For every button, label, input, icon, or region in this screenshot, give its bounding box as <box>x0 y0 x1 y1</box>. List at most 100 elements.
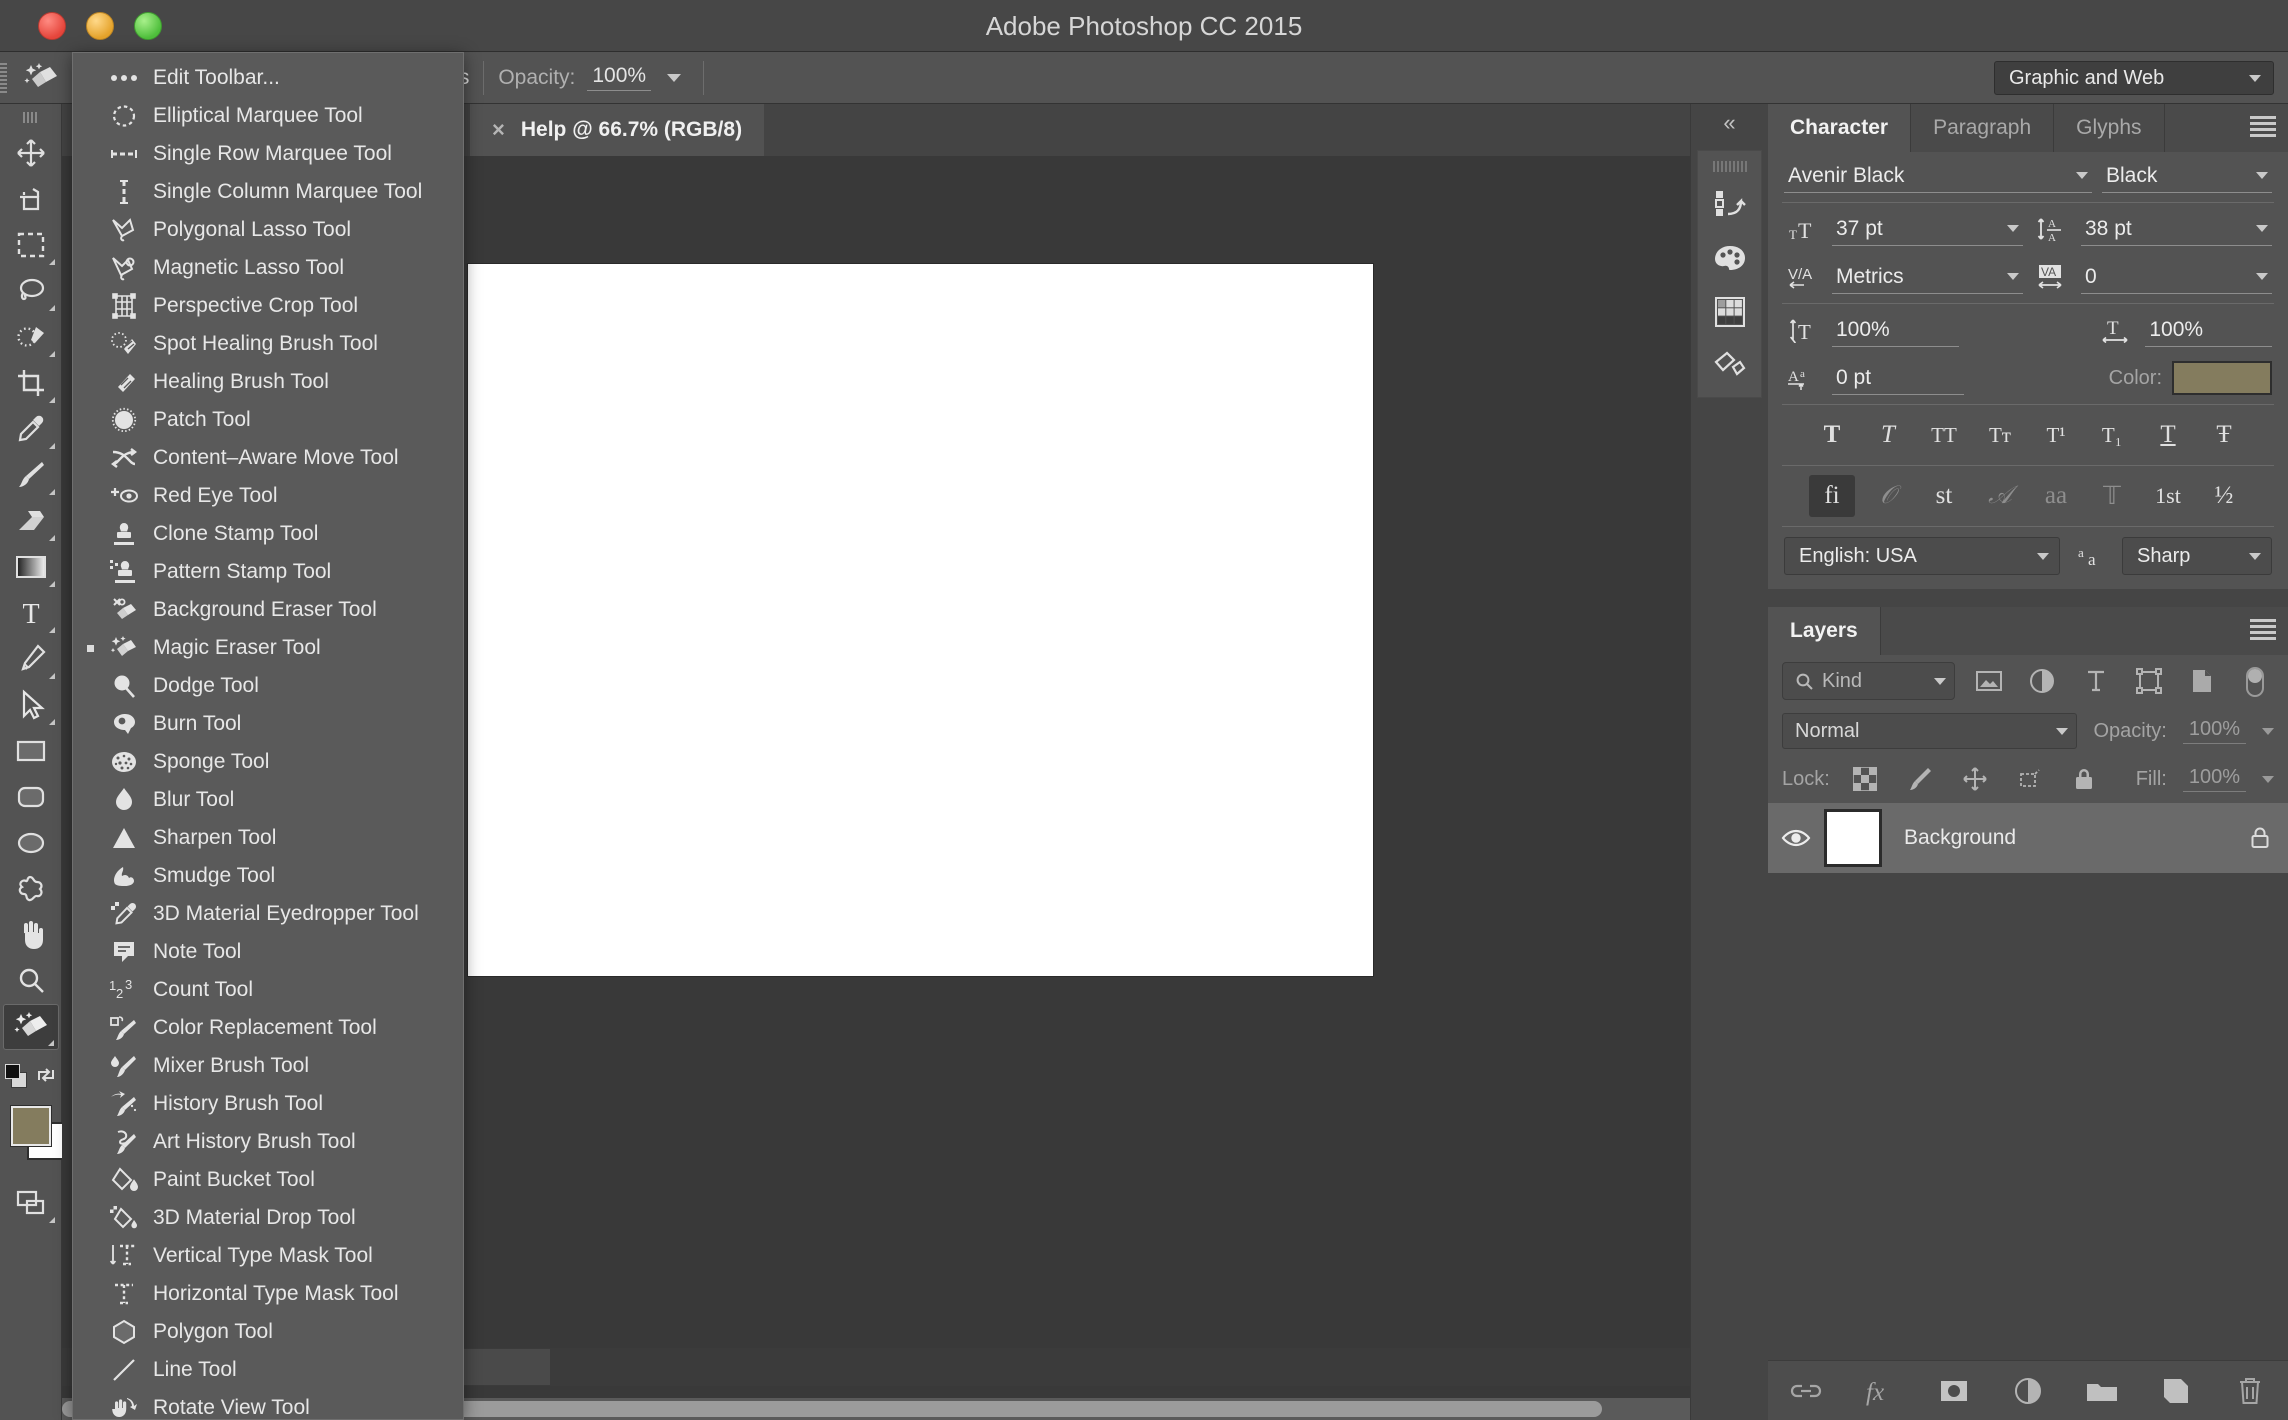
tool-menu-item[interactable]: Line Tool <box>73 1351 463 1389</box>
text-color-swatch[interactable] <box>2172 361 2273 395</box>
gradient-tool[interactable] <box>3 544 59 590</box>
tool-menu-item[interactable]: Edit Toolbar... <box>73 59 463 97</box>
tab-glyphs[interactable]: Glyphs <box>2054 104 2165 152</box>
path-selection-tool[interactable] <box>3 682 59 728</box>
leading-input[interactable]: 38 pt <box>2081 212 2272 246</box>
standard-ligatures-button[interactable]: fi <box>1809 475 1855 517</box>
link-layers-icon[interactable] <box>1785 1370 1827 1412</box>
adjustment-layer-icon[interactable] <box>2007 1370 2049 1412</box>
oldstyle-button[interactable]: aa <box>2033 475 2079 517</box>
baseline-shift-input[interactable]: 0 pt <box>1832 361 1965 395</box>
history-panel-icon[interactable] <box>1698 177 1762 231</box>
tool-menu-item[interactable]: Sponge Tool <box>73 743 463 781</box>
underline-button[interactable]: T <box>2145 414 2191 456</box>
new-layer-icon[interactable] <box>2155 1370 2197 1412</box>
tool-menu-item[interactable]: Elliptical Marquee Tool <box>73 97 463 135</box>
swap-colors-icon[interactable] <box>35 1064 57 1086</box>
tool-menu-item[interactable]: Sharpen Tool <box>73 819 463 857</box>
tool-flyout-menu[interactable]: Edit Toolbar... Elliptical Marquee Tool Si… <box>72 52 464 1420</box>
collapse-panels-button[interactable]: « <box>1691 104 1768 142</box>
tool-menu-item[interactable]: Red Eye Tool <box>73 477 463 515</box>
zoom-button[interactable] <box>134 12 162 40</box>
tool-menu-item[interactable]: Burn Tool <box>73 705 463 743</box>
ordinals-button[interactable]: 1st <box>2145 475 2191 517</box>
fractions-button[interactable]: ½ <box>2201 475 2247 517</box>
blend-mode-select[interactable]: Normal <box>1782 713 2078 749</box>
faux-bold-button[interactable]: T <box>1809 414 1855 456</box>
filter-toggle-icon[interactable] <box>2237 662 2274 700</box>
tool-menu-item[interactable]: Pattern Stamp Tool <box>73 553 463 591</box>
3d-panel-icon[interactable] <box>1698 339 1762 393</box>
crop-tool[interactable] <box>3 360 59 406</box>
tool-menu-item[interactable]: Single Row Marquee Tool <box>73 135 463 173</box>
tab-paragraph[interactable]: Paragraph <box>1911 104 2055 152</box>
opacity-input[interactable]: 100% <box>587 64 652 91</box>
hand-tool[interactable] <box>3 912 59 958</box>
tool-menu-item[interactable]: Note Tool <box>73 933 463 971</box>
tool-menu-item[interactable]: Paint Bucket Tool <box>73 1161 463 1199</box>
default-foreground-icon[interactable] <box>4 1064 20 1079</box>
lock-artboard-icon[interactable] <box>2010 760 2049 798</box>
lock-transparent-pixels-icon[interactable] <box>1846 760 1885 798</box>
chevron-down-icon[interactable] <box>2261 775 2274 783</box>
horizontal-scale-input[interactable]: 100% <box>2145 313 2273 347</box>
swash-button[interactable]: 𝒜 <box>1977 475 2023 517</box>
artboard-tool[interactable] <box>3 176 59 222</box>
tool-menu-item[interactable]: Blur Tool <box>73 781 463 819</box>
magic-eraser-icon[interactable] <box>10 52 72 104</box>
layer-style-icon[interactable]: fx <box>1859 1370 1901 1412</box>
superscript-button[interactable]: T¹ <box>2033 414 2079 456</box>
tool-menu-item[interactable]: Perspective Crop Tool <box>73 287 463 325</box>
adjustment-filter-icon[interactable] <box>2024 662 2061 700</box>
rounded-rectangle-tool[interactable] <box>3 774 59 820</box>
layer-thumbnail[interactable] <box>1824 809 1882 867</box>
tool-menu-item[interactable]: Magnetic Lasso Tool <box>73 249 463 287</box>
rectangle-tool[interactable] <box>3 728 59 774</box>
fill-input[interactable]: 100% <box>2182 766 2246 792</box>
tool-menu-item[interactable]: Clone Stamp Tool <box>73 515 463 553</box>
eyedropper-tool[interactable] <box>3 406 59 452</box>
rectangular-marquee-tool[interactable] <box>3 222 59 268</box>
ellipse-tool[interactable] <box>3 820 59 866</box>
horizontal-type-tool[interactable]: T <box>3 590 59 636</box>
tool-menu-item[interactable]: Dodge Tool <box>73 667 463 705</box>
document-tab-active[interactable]: × Help @ 66.7% (RGB/8) <box>470 104 765 156</box>
foreground-color-swatch[interactable] <box>9 1105 52 1147</box>
type-filter-icon[interactable] <box>2077 662 2114 700</box>
tool-menu-item[interactable]: Spot Healing Brush Tool <box>73 325 463 363</box>
tool-menu-item[interactable]: Mixer Brush Tool <box>73 1047 463 1085</box>
zoom-tool[interactable] <box>3 958 59 1004</box>
tool-menu-item[interactable]: Patch Tool <box>73 401 463 439</box>
font-family-select[interactable]: Avenir Black <box>1784 159 2092 193</box>
magic-eraser-tool[interactable] <box>2 1004 59 1050</box>
font-style-select[interactable]: Black <box>2102 159 2272 193</box>
tool-menu-item[interactable]: Smudge Tool <box>73 857 463 895</box>
all-caps-button[interactable]: TT <box>1921 414 1967 456</box>
close-icon[interactable]: × <box>492 117 505 143</box>
layer-mask-icon[interactable] <box>1933 1370 1975 1412</box>
quick-selection-tool[interactable] <box>3 314 59 360</box>
rail-grip[interactable] <box>1698 155 1761 177</box>
custom-shape-tool[interactable] <box>3 866 59 912</box>
new-group-icon[interactable] <box>2081 1370 2123 1412</box>
pen-tool[interactable] <box>3 636 59 682</box>
shape-filter-icon[interactable] <box>2130 662 2167 700</box>
strikethrough-button[interactable]: Ŧ <box>2201 414 2247 456</box>
tool-menu-item[interactable]: Magic Eraser Tool <box>73 629 463 667</box>
swatches-panel-icon[interactable] <box>1698 285 1762 339</box>
tracking-input[interactable]: 0 <box>2081 260 2272 294</box>
layer-row[interactable]: Background <box>1768 803 2288 873</box>
smart-object-filter-icon[interactable] <box>2184 662 2221 700</box>
tool-menu-item[interactable]: Polygonal Lasso Tool <box>73 211 463 249</box>
kerning-select[interactable]: Metrics <box>1832 260 2023 294</box>
tool-menu-item[interactable]: Vertical Type Mask Tool <box>73 1237 463 1275</box>
layer-name[interactable]: Background <box>1882 826 2232 850</box>
panel-menu-icon[interactable] <box>2250 619 2276 641</box>
tool-menu-item[interactable]: Background Eraser Tool <box>73 591 463 629</box>
tool-menu-item[interactable]: Single Column Marquee Tool <box>73 173 463 211</box>
subscript-button[interactable]: T₁ <box>2089 414 2135 456</box>
language-select[interactable]: English: USA <box>1784 537 2060 575</box>
font-size-input[interactable]: 37 pt <box>1832 212 2023 246</box>
chevron-down-icon[interactable] <box>667 73 682 82</box>
tool-menu-item[interactable]: Color Replacement Tool <box>73 1009 463 1047</box>
